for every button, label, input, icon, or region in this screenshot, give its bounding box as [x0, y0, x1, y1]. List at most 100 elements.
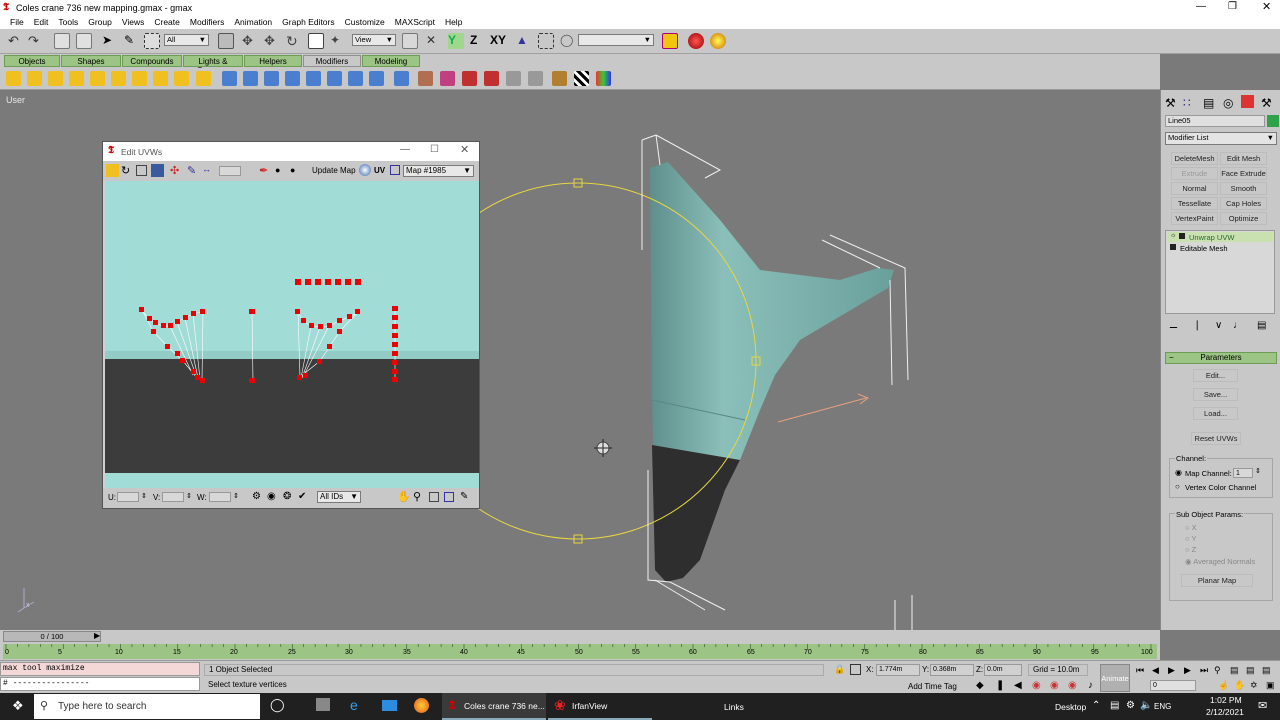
make-unique-icon[interactable]: ∨: [1215, 320, 1222, 331]
menu-views[interactable]: Views: [117, 17, 150, 27]
update-map-button[interactable]: Update Map: [312, 166, 356, 175]
pan-view-icon[interactable]: ☝: [1218, 680, 1229, 691]
lattice-icon[interactable]: [306, 71, 321, 86]
store-icon[interactable]: [316, 698, 330, 711]
minimize-icon[interactable]: —: [1196, 1, 1206, 12]
mail-icon[interactable]: [382, 700, 397, 711]
maxscript-listener-line2[interactable]: # ----------------: [0, 677, 200, 691]
menu-tools[interactable]: Tools: [53, 17, 83, 27]
skew-icon[interactable]: [222, 71, 237, 86]
tab-lights-cameras[interactable]: Lights & Cameras: [183, 55, 243, 75]
extrude-button[interactable]: Extrude: [1171, 167, 1218, 180]
map-channel-input[interactable]: 1: [1233, 468, 1253, 478]
arc-rotate-icon[interactable]: ✡: [1250, 680, 1258, 691]
links-toolbar[interactable]: Links: [724, 702, 744, 712]
z-coord-field[interactable]: 0.0m: [984, 664, 1022, 676]
edit-mesh-button[interactable]: Edit Mesh: [1220, 152, 1267, 165]
show-end-result-icon[interactable]: ❘: [1193, 320, 1201, 331]
key-mode-icon[interactable]: ◆: [976, 680, 984, 691]
volume-icon[interactable]: 🔈: [1140, 700, 1152, 711]
orbit-icon[interactable]: ✋: [1234, 680, 1245, 691]
create-tab-icon[interactable]: ⚒: [1165, 96, 1176, 110]
render-icon[interactable]: [688, 33, 704, 49]
filter-icon[interactable]: ✔: [298, 491, 306, 502]
uvw-canvas[interactable]: [105, 181, 479, 488]
unwrap-icon[interactable]: [484, 71, 499, 86]
next-key-icon[interactable]: ▶: [1184, 665, 1191, 676]
viewport-label[interactable]: User: [6, 95, 25, 105]
zoom-extents-all-icon[interactable]: ▤: [1230, 665, 1239, 676]
zoom-selected-icon[interactable]: ✎: [460, 491, 468, 502]
tab-shapes[interactable]: Shapes: [61, 55, 121, 67]
squeeze-icon[interactable]: [111, 71, 126, 86]
uvw-lock-icon[interactable]: ●: [275, 165, 280, 175]
fov-icon[interactable]: ▤: [1246, 665, 1255, 676]
zoom-icon[interactable]: ⚲: [413, 490, 421, 503]
network-icon[interactable]: ▤: [1110, 700, 1119, 711]
map-channel-radio[interactable]: ◉: [1175, 468, 1182, 477]
redo-icon[interactable]: ↷: [28, 33, 44, 49]
expand-icon[interactable]: [1170, 244, 1176, 250]
mesh-select-icon[interactable]: [418, 71, 433, 86]
modify-tab-icon[interactable]: ∷: [1183, 96, 1191, 110]
desktop-toolbar[interactable]: Desktop: [1055, 702, 1086, 712]
stretch-icon[interactable]: [90, 71, 105, 86]
axis-y-radio[interactable]: ○ Y: [1185, 534, 1197, 543]
track-bar[interactable]: 0 5 10 15 20 25 30 35 40 45 50 55 60 65 …: [3, 644, 1157, 659]
uvw-minimize-icon[interactable]: —: [400, 144, 410, 155]
tray-arrow-icon[interactable]: ⌃: [1092, 700, 1100, 711]
map-channel-spinner-icon[interactable]: ⇕: [1255, 467, 1261, 475]
u-spinner-icon[interactable]: ⇕: [141, 492, 147, 500]
spherify-icon[interactable]: [264, 71, 279, 86]
uvw-flip-icon[interactable]: ✎: [187, 164, 196, 177]
lock-icon[interactable]: 🔒: [834, 664, 845, 675]
bulb-icon[interactable]: ☼: [1170, 232, 1176, 239]
object-name-input[interactable]: Line05: [1165, 115, 1265, 127]
menu-customize[interactable]: Customize: [340, 17, 390, 27]
snap-icon[interactable]: [538, 33, 554, 49]
expand-icon[interactable]: [1179, 233, 1185, 239]
firefox-icon[interactable]: [414, 698, 429, 713]
uvw-close-icon[interactable]: ✕: [460, 143, 469, 156]
menu-animation[interactable]: Animation: [229, 17, 277, 27]
menu-help[interactable]: Help: [440, 17, 467, 27]
planar-map-button[interactable]: Planar Map: [1181, 574, 1253, 587]
named-selection-select[interactable]: ▼: [578, 34, 654, 46]
uvw-expand-icon[interactable]: ↔: [202, 164, 211, 174]
push-icon[interactable]: [132, 71, 147, 86]
wave-icon[interactable]: [196, 71, 211, 86]
uvw-props-icon[interactable]: [390, 165, 400, 175]
goto-end-icon[interactable]: ◉: [1068, 680, 1077, 691]
taskbar-app-gmax[interactable]: 𝕿 Coles crane 736 ne...: [442, 693, 546, 720]
region-zoom-icon[interactable]: ▤: [1262, 665, 1271, 676]
show-map-icon[interactable]: [359, 164, 371, 176]
time-slider[interactable]: 0 / 100: [3, 631, 101, 642]
taper-icon[interactable]: [27, 71, 42, 86]
uvw-scale-icon[interactable]: [136, 165, 147, 176]
uvw-maximize-icon[interactable]: ☐: [430, 144, 439, 155]
display-tab-icon[interactable]: [1241, 95, 1254, 108]
averaged-normals-radio[interactable]: ◉ Averaged Normals: [1185, 557, 1255, 566]
menu-group[interactable]: Group: [83, 17, 117, 27]
vertex-color-radio[interactable]: ○: [1175, 482, 1180, 491]
select-manipulate-icon[interactable]: ✦: [330, 33, 346, 49]
freeze-icon[interactable]: ❂: [283, 491, 291, 502]
tab-compounds[interactable]: Compounds: [122, 55, 182, 67]
object-color-swatch[interactable]: [1267, 115, 1279, 127]
v-spinner-icon[interactable]: ⇕: [186, 492, 192, 500]
windows-start-icon[interactable]: ❖: [12, 698, 24, 714]
edit-button[interactable]: Edit...: [1193, 369, 1238, 382]
current-frame-input[interactable]: 0: [1150, 680, 1196, 691]
uvw-move-icon[interactable]: [106, 164, 119, 177]
save-button[interactable]: Save...: [1193, 388, 1238, 401]
tab-modeling[interactable]: Modeling: [362, 55, 420, 67]
v-input[interactable]: [162, 492, 184, 502]
affect-region-icon[interactable]: [285, 71, 300, 86]
menu-file[interactable]: File: [5, 17, 29, 27]
motion-tab-icon[interactable]: ◎: [1223, 96, 1233, 110]
mirror-mod-icon[interactable]: [327, 71, 342, 86]
menu-graph-editors[interactable]: Graph Editors: [277, 17, 339, 27]
uv-toggle-button[interactable]: UV: [374, 166, 385, 175]
maximize-viewport-icon[interactable]: ▣: [1266, 680, 1275, 691]
absolute-mode-icon[interactable]: [850, 664, 861, 675]
